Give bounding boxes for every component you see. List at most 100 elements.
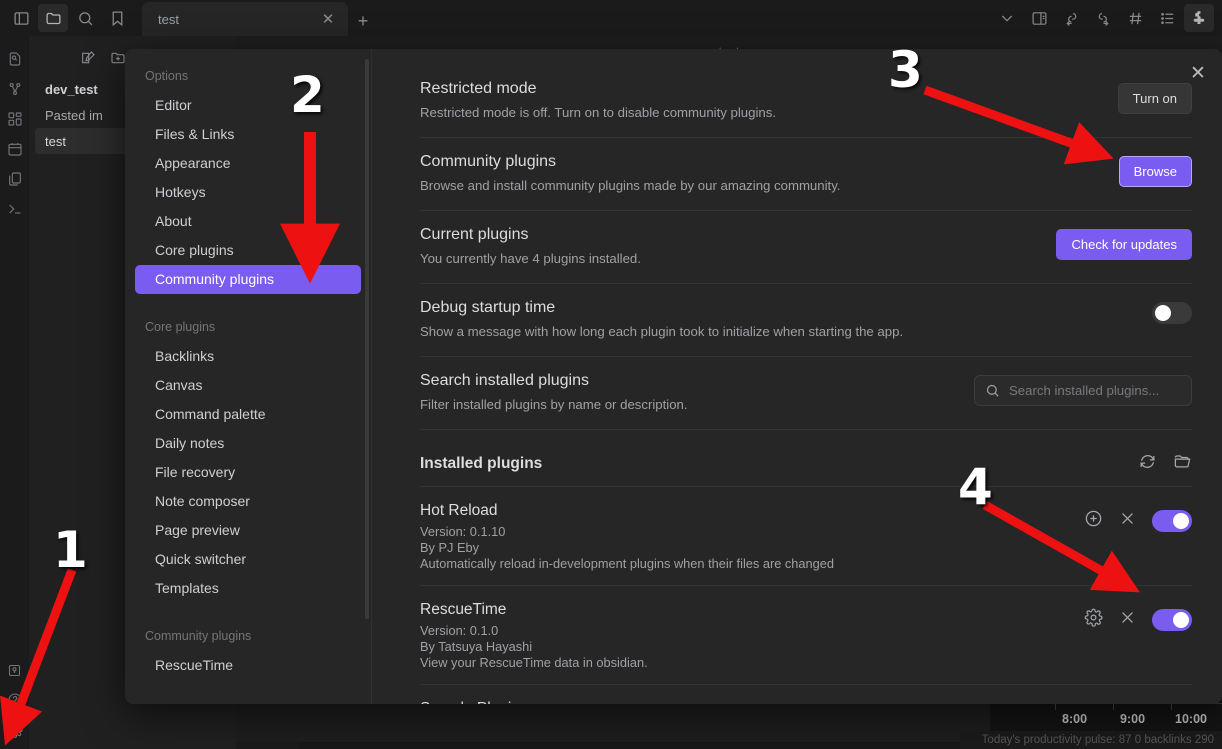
setting-control: Search installed plugins...: [974, 371, 1192, 406]
settings-modal: ✕ Options Editor Files & Links Appearanc…: [125, 49, 1222, 704]
nav-item-command-palette[interactable]: Command palette: [135, 400, 361, 429]
plugin-version: Version: 0.1.10: [420, 524, 506, 539]
circle-plus-icon[interactable]: [1084, 509, 1103, 533]
link-forward-icon[interactable]: [1088, 4, 1118, 32]
refresh-icon[interactable]: [1138, 452, 1157, 476]
plugin-name: Sample Plugin: [420, 699, 1027, 704]
nav-item-templates[interactable]: Templates: [135, 574, 361, 603]
tab-label: test: [158, 11, 179, 27]
gear-icon[interactable]: [1084, 608, 1103, 632]
setting-description: Browse and install community plugins mad…: [420, 178, 841, 193]
nav-item-about[interactable]: About: [135, 207, 361, 236]
plugin-info: RescueTime Version: 0.1.0 By Tatsuya Hay…: [420, 600, 648, 671]
browse-button[interactable]: Browse: [1118, 156, 1192, 187]
hash-icon[interactable]: [1120, 4, 1150, 32]
link-back-icon[interactable]: [1056, 4, 1086, 32]
setting-community-plugins: Community plugins Browse and install com…: [420, 138, 1192, 211]
open-folder-icon[interactable]: [1173, 452, 1192, 476]
left-ribbon: [0, 36, 29, 749]
toggle-knob: [1155, 305, 1171, 321]
setting-text: Community plugins Browse and install com…: [420, 152, 840, 194]
graph-icon[interactable]: [2, 74, 28, 104]
setting-text: Current plugins You currently have 4 plu…: [420, 225, 641, 267]
sidebar-toggle-icon[interactable]: [6, 4, 36, 32]
chart-tick: [1171, 703, 1172, 710]
setting-title: Current plugins: [420, 226, 529, 243]
tab-close-icon[interactable]: ✕: [318, 10, 338, 28]
plugin-author: By Tatsuya Hayashi: [420, 639, 533, 654]
nav-item-note-composer[interactable]: Note composer: [135, 487, 361, 516]
nav-item-rescuetime[interactable]: RescueTime: [135, 651, 361, 680]
title-bar: test ✕ +: [0, 0, 1222, 36]
plugin-icon[interactable]: [1184, 4, 1214, 32]
nav-item-editor[interactable]: Editor: [135, 91, 361, 120]
close-icon[interactable]: [1119, 510, 1136, 532]
nav-item-file-recovery[interactable]: File recovery: [135, 458, 361, 487]
setting-restricted-mode: Restricted mode Restricted mode is off. …: [420, 67, 1192, 138]
ribbon-bottom-icons: [0, 655, 29, 745]
nav-item-community-plugins[interactable]: Community plugins: [135, 265, 361, 294]
help-icon[interactable]: [2, 685, 28, 715]
folder-icon[interactable]: [38, 4, 68, 32]
annotation-step-3: 3: [888, 41, 923, 99]
file-search-icon[interactable]: [2, 44, 28, 74]
nav-item-daily-notes[interactable]: Daily notes: [135, 429, 361, 458]
nav-item-hotkeys[interactable]: Hotkeys: [135, 178, 361, 207]
calendar-icon[interactable]: [2, 134, 28, 164]
files-copy-icon[interactable]: [2, 164, 28, 194]
setting-text: Restricted mode Restricted mode is off. …: [420, 79, 776, 121]
plugin-name: RescueTime: [420, 601, 507, 618]
status-bar: Today's productivity pulse: 87 0 backlin…: [960, 731, 1222, 749]
setting-title: Debug startup time: [420, 299, 556, 316]
plugin-author: By PJ Eby: [420, 540, 480, 555]
nav-item-files-links[interactable]: Files & Links: [135, 120, 361, 149]
list-icon[interactable]: [1152, 4, 1182, 32]
search-installed-plugins-input[interactable]: Search installed plugins...: [974, 375, 1192, 406]
insight-icon[interactable]: [2, 655, 28, 685]
search-icon[interactable]: [70, 4, 100, 32]
setting-control: Turn on: [1117, 79, 1192, 114]
nav-scrollbar[interactable]: [365, 59, 369, 619]
canvas-grid-icon[interactable]: [2, 104, 28, 134]
setting-debug-startup-time: Debug startup time Show a message with h…: [420, 284, 1192, 357]
nav-header-options: Options: [145, 69, 189, 83]
plugin-info: Hot Reload Version: 0.1.10 By PJ Eby Aut…: [420, 501, 834, 572]
nav-item-canvas[interactable]: Canvas: [135, 371, 361, 400]
toggle-knob: [1173, 612, 1189, 628]
close-icon[interactable]: [1119, 609, 1136, 631]
plugin-enable-toggle[interactable]: [1152, 609, 1192, 631]
search-placeholder: Search installed plugins...: [1009, 383, 1160, 398]
app-root: test ✕ + dev_test Pasted im test 8:00 9:…: [0, 0, 1222, 749]
section-icons: [1138, 452, 1192, 476]
plugin-description: Automatically reload in-development plug…: [420, 556, 835, 571]
setting-search-installed-plugins: Search installed plugins Filter installe…: [420, 357, 1192, 430]
nav-item-appearance[interactable]: Appearance: [135, 149, 361, 178]
tab-test[interactable]: test ✕: [142, 2, 348, 36]
toggle-knob: [1173, 513, 1189, 529]
nav-item-page-preview[interactable]: Page preview: [135, 516, 361, 545]
new-note-icon[interactable]: [75, 46, 101, 70]
plugin-enable-toggle[interactable]: [1152, 510, 1192, 532]
nav-item-core-plugins[interactable]: Core plugins: [135, 236, 361, 265]
settings-content: Restricted mode Restricted mode is off. …: [372, 49, 1222, 704]
check-for-updates-button[interactable]: Check for updates: [1056, 229, 1192, 260]
nav-item-quick-switcher[interactable]: Quick switcher: [135, 545, 361, 574]
plugin-controls: [1084, 699, 1192, 704]
settings-gear-icon[interactable]: [2, 715, 28, 745]
bookmark-icon[interactable]: [102, 4, 132, 32]
debug-startup-toggle[interactable]: [1152, 302, 1192, 324]
plugin-info: Sample Plugin Version: 1.0.0 This is a s…: [420, 699, 1027, 704]
chevron-down-icon[interactable]: [992, 4, 1022, 32]
new-tab-button[interactable]: +: [348, 6, 378, 36]
plugin-row-hot-reload: Hot Reload Version: 0.1.10 By PJ Eby Aut…: [420, 487, 1192, 586]
nav-item-backlinks[interactable]: Backlinks: [135, 342, 361, 371]
chart-x-label-9: 9:00: [1120, 712, 1146, 726]
terminal-icon[interactable]: [2, 194, 28, 224]
setting-title: Community plugins: [420, 153, 557, 170]
turn-on-button[interactable]: Turn on: [1117, 83, 1192, 114]
setting-text: Debug startup time Show a message with h…: [420, 298, 903, 340]
right-sidebar-icon[interactable]: [1024, 4, 1054, 32]
plugin-name: Hot Reload: [420, 502, 498, 519]
setting-title: Search installed plugins: [420, 372, 589, 389]
